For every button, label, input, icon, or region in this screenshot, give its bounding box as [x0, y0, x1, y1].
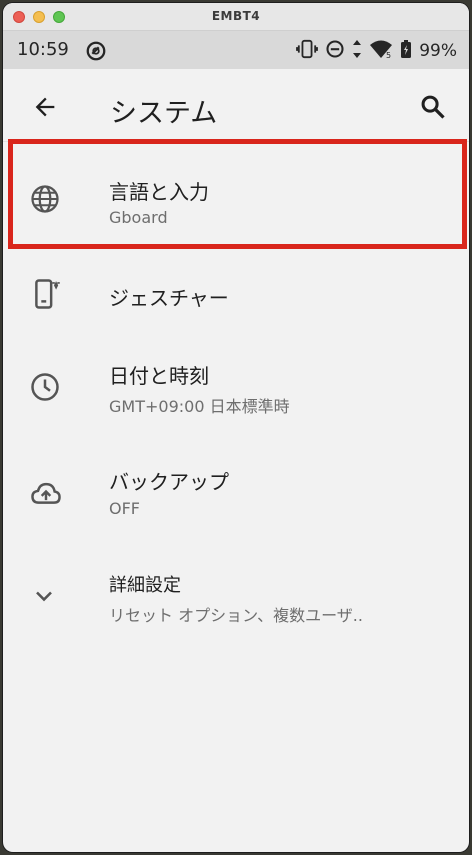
search-button[interactable]	[419, 93, 447, 121]
data-transfer-icon	[352, 39, 362, 63]
list-item-gestures[interactable]: ジェスチャー	[3, 248, 469, 336]
back-button[interactable]	[31, 93, 59, 121]
phone-gesture-icon	[30, 278, 62, 310]
list-item-language-input[interactable]: 言語と入力 Gboard	[3, 142, 469, 248]
dnd-icon	[325, 39, 345, 63]
page-title: システム	[110, 98, 218, 129]
chevron-down-icon	[30, 582, 62, 614]
list-item-backup[interactable]: バックアップ OFF	[3, 444, 469, 550]
status-time: 10:59	[17, 39, 69, 60]
clock-icon	[30, 372, 62, 404]
app-bar: システム	[3, 69, 469, 141]
list-item-subtitle: Gboard	[109, 208, 168, 227]
svg-text:5: 5	[386, 51, 391, 59]
list-item-subtitle: GMT+09:00 日本標準時	[109, 397, 290, 416]
battery-icon	[400, 39, 412, 63]
vibrate-icon	[296, 39, 319, 63]
app-window: EMBT4 10:59 5 99% システム 言語と入力 Gboard ジェスチ…	[3, 3, 469, 852]
list-item-advanced[interactable]: 詳細設定 リセット オプション、複数ユーザ..	[3, 550, 469, 650]
list-item-title: 言語と入力	[109, 180, 209, 204]
do-not-disturb-alt-icon	[85, 40, 107, 66]
battery-percentage: 99%	[419, 41, 457, 61]
wifi-icon: 5	[369, 39, 393, 63]
list-item-subtitle: リセット オプション、複数ユーザ..	[109, 606, 363, 625]
globe-icon	[30, 184, 62, 216]
list-item-date-time[interactable]: 日付と時刻 GMT+09:00 日本標準時	[3, 336, 469, 444]
list-item-subtitle: OFF	[109, 499, 140, 518]
window-titlebar: EMBT4	[3, 3, 469, 31]
arrow-back-icon	[35, 97, 55, 117]
list-item-title: ジェスチャー	[109, 286, 229, 310]
window-title: EMBT4	[211, 9, 261, 23]
cloud-upload-icon	[30, 480, 62, 512]
search-icon	[421, 95, 445, 119]
status-bar: 10:59 5 99%	[3, 31, 469, 69]
list-item-title: バックアップ	[109, 470, 229, 494]
list-item-title: 詳細設定	[109, 575, 181, 596]
list-item-title: 日付と時刻	[109, 364, 209, 388]
